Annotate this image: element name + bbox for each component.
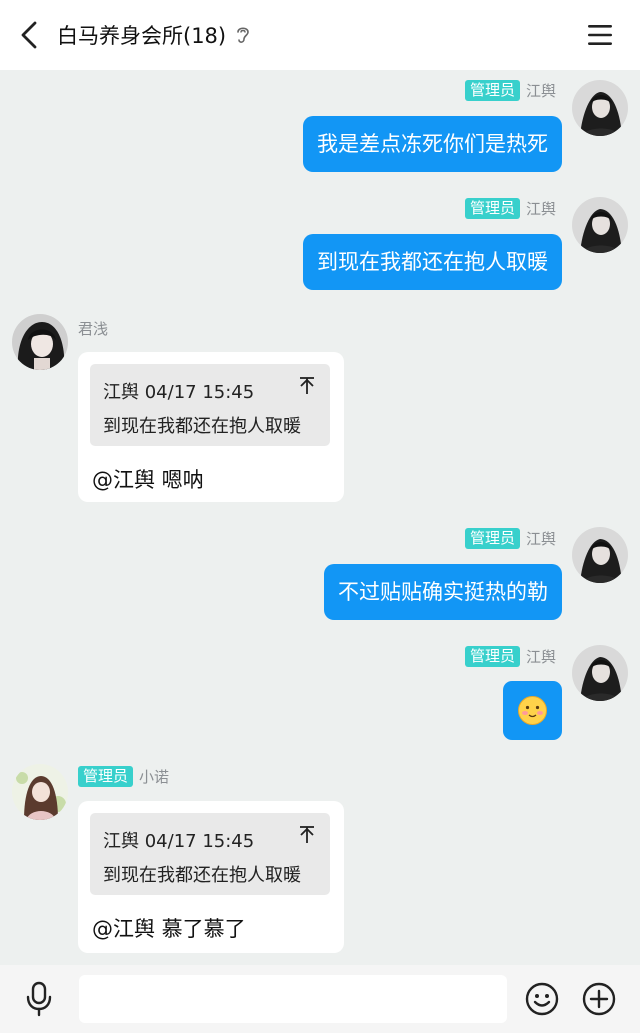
junqian-avatar[interactable] [12,314,68,370]
sender-name: 江舆 [525,530,556,548]
smiley-icon[interactable] [524,981,560,1017]
chat-message-list[interactable]: 管理员 江舆 我是差点冻死你们是热死 管理员 江舆 到现在我都还在抱人取暖 君浅… [0,70,640,965]
admin-badge: 管理员 [464,198,520,219]
microphone-icon[interactable] [24,981,54,1017]
jump-to-top-icon[interactable] [298,376,316,396]
message-meta: 管理员 江舆 [464,646,556,667]
jiangyu-avatar[interactable] [572,197,628,253]
sender-name: 江舆 [525,82,556,100]
ear-icon [237,27,249,43]
sender-name: 江舆 [525,648,556,666]
quote-header: 江舆 04/17 15:45 [103,382,255,403]
sender-name: 君浅 [78,320,109,338]
reply-message-bubble[interactable]: 江舆 04/17 15:45 到现在我都还在抱人取暖 @江舆 慕了慕了 [78,801,344,953]
reply-text: @江舆 慕了慕了 [92,917,246,941]
quoted-message[interactable]: 江舆 04/17 15:45 到现在我都还在抱人取暖 [90,364,330,446]
chat-title: 白马养身会所(18) [57,24,227,48]
message-input[interactable] [79,975,507,1023]
sender-name: 江舆 [525,200,556,218]
jiangyu-avatar[interactable] [572,527,628,583]
message-meta: 管理员 小诺 [78,766,169,787]
quote-header: 江舆 04/17 15:45 [103,831,255,852]
reply-message-bubble[interactable]: 江舆 04/17 15:45 到现在我都还在抱人取暖 @江舆 嗯呐 [78,352,344,502]
admin-badge: 管理员 [464,80,520,101]
jiangyu-avatar[interactable] [572,645,628,701]
quote-text: 到现在我都还在抱人取暖 [103,865,301,886]
admin-badge: 管理员 [464,528,520,549]
chat-title-group[interactable]: 白马养身会所(18) [57,0,252,70]
quote-text: 到现在我都还在抱人取暖 [103,416,301,437]
xiaonuo-avatar[interactable] [12,764,68,820]
admin-badge: 管理员 [464,646,520,667]
admin-badge: 管理员 [78,766,134,787]
jiangyu-avatar[interactable] [572,80,628,136]
input-bar [0,965,640,1033]
sender-name: 小诺 [139,768,170,786]
message-bubble[interactable]: 到现在我都还在抱人取暖 [303,234,562,290]
plus-circle-icon[interactable] [581,981,617,1017]
message-meta: 管理员 江舆 [464,528,556,549]
blush-face-emoji-icon [518,696,547,725]
message-bubble[interactable]: 我是差点冻死你们是热死 [303,116,562,172]
message-bubble[interactable]: 不过贴贴确实挺热的勒 [324,564,562,620]
jump-to-top-icon[interactable] [298,825,316,845]
message-meta: 君浅 [78,318,108,339]
chat-header: 白马养身会所(18) [0,0,640,70]
message-meta: 管理员 江舆 [464,80,556,101]
back-chevron-icon[interactable] [14,19,46,51]
quoted-message[interactable]: 江舆 04/17 15:45 到现在我都还在抱人取暖 [90,813,330,895]
sticker-message-bubble[interactable] [503,681,562,740]
reply-text: @江舆 嗯呐 [92,468,204,492]
menu-icon[interactable] [586,22,616,48]
message-meta: 管理员 江舆 [464,198,556,219]
